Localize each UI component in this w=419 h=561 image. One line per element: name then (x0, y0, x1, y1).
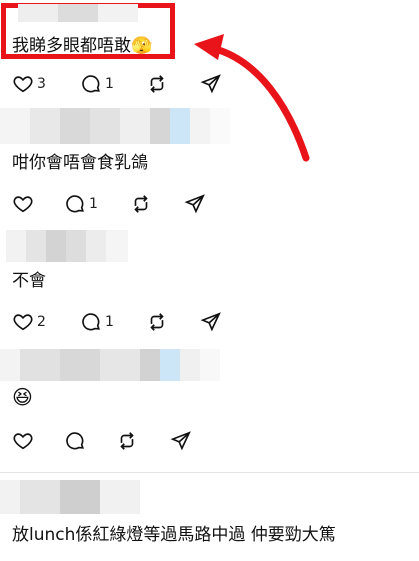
blurred-username (18, 4, 168, 22)
heart-icon (13, 314, 33, 331)
comment-icon (66, 195, 84, 213)
thread-divider (0, 472, 419, 473)
reply-count: 1 (105, 314, 114, 330)
reply-count: 1 (105, 76, 114, 92)
share-icon (184, 194, 205, 214)
like-button[interactable]: 2 (12, 308, 46, 336)
like-button[interactable]: 3 (12, 70, 46, 98)
comment-icon (82, 313, 100, 331)
reply-button[interactable]: 1 (80, 70, 114, 98)
repost-icon (150, 75, 164, 93)
heart-icon (13, 76, 33, 93)
heart-icon (13, 433, 33, 450)
heart-icon (13, 196, 33, 213)
comment-icon (82, 75, 100, 93)
blurred-username (6, 230, 128, 262)
reply-button[interactable]: 1 (64, 190, 98, 218)
like-button[interactable] (12, 427, 34, 455)
post-actions: 2 1 (12, 308, 232, 336)
annotation-arrow (194, 34, 310, 162)
post-actions (12, 427, 232, 455)
blurred-username (0, 480, 140, 514)
share-button[interactable] (170, 427, 192, 455)
blurred-username (0, 108, 240, 144)
share-icon (200, 74, 221, 94)
post-text: 不會 (12, 271, 46, 291)
like-count: 3 (37, 76, 46, 92)
share-button[interactable] (200, 308, 222, 336)
repost-button[interactable] (146, 70, 168, 98)
share-icon (200, 312, 221, 332)
repost-icon (120, 432, 134, 450)
post-emoji: 😆 (12, 385, 33, 409)
repost-button[interactable] (130, 190, 152, 218)
share-button[interactable] (200, 70, 222, 98)
comment-icon (66, 432, 84, 450)
repost-icon (134, 195, 148, 213)
reply-button[interactable] (64, 427, 86, 455)
share-button[interactable] (184, 190, 206, 218)
post-actions: 3 1 (12, 70, 232, 98)
share-icon (170, 431, 191, 451)
like-button[interactable] (12, 190, 34, 218)
post-text: 我睇多眼都唔敢🫣 (12, 36, 153, 56)
blurred-username (0, 349, 220, 381)
reply-button[interactable]: 1 (80, 308, 114, 336)
like-count: 2 (37, 314, 46, 330)
reply-count: 1 (89, 196, 98, 212)
post-text: 放lunch係紅綠燈等過馬路中過 仲要勁大篤 (12, 525, 336, 545)
repost-icon (150, 313, 164, 331)
repost-button[interactable] (116, 427, 138, 455)
post-actions: 1 (12, 190, 232, 218)
repost-button[interactable] (146, 308, 168, 336)
post-text: 咁你會唔會食乳鴿 (12, 153, 148, 173)
